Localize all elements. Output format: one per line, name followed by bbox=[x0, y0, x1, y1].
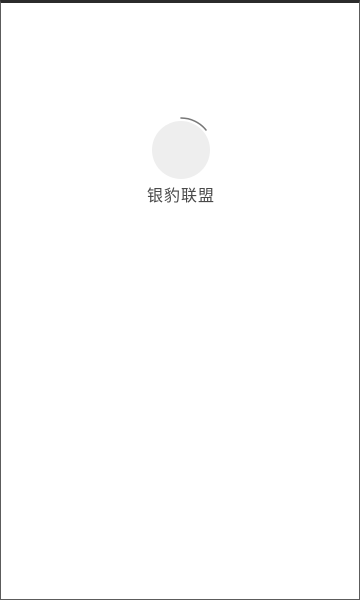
spinner-icon bbox=[180, 117, 207, 131]
splash-screen: 银豹联盟 bbox=[0, 0, 360, 600]
loading-spinner bbox=[141, 107, 221, 187]
app-name: 银豹联盟 bbox=[146, 186, 215, 205]
